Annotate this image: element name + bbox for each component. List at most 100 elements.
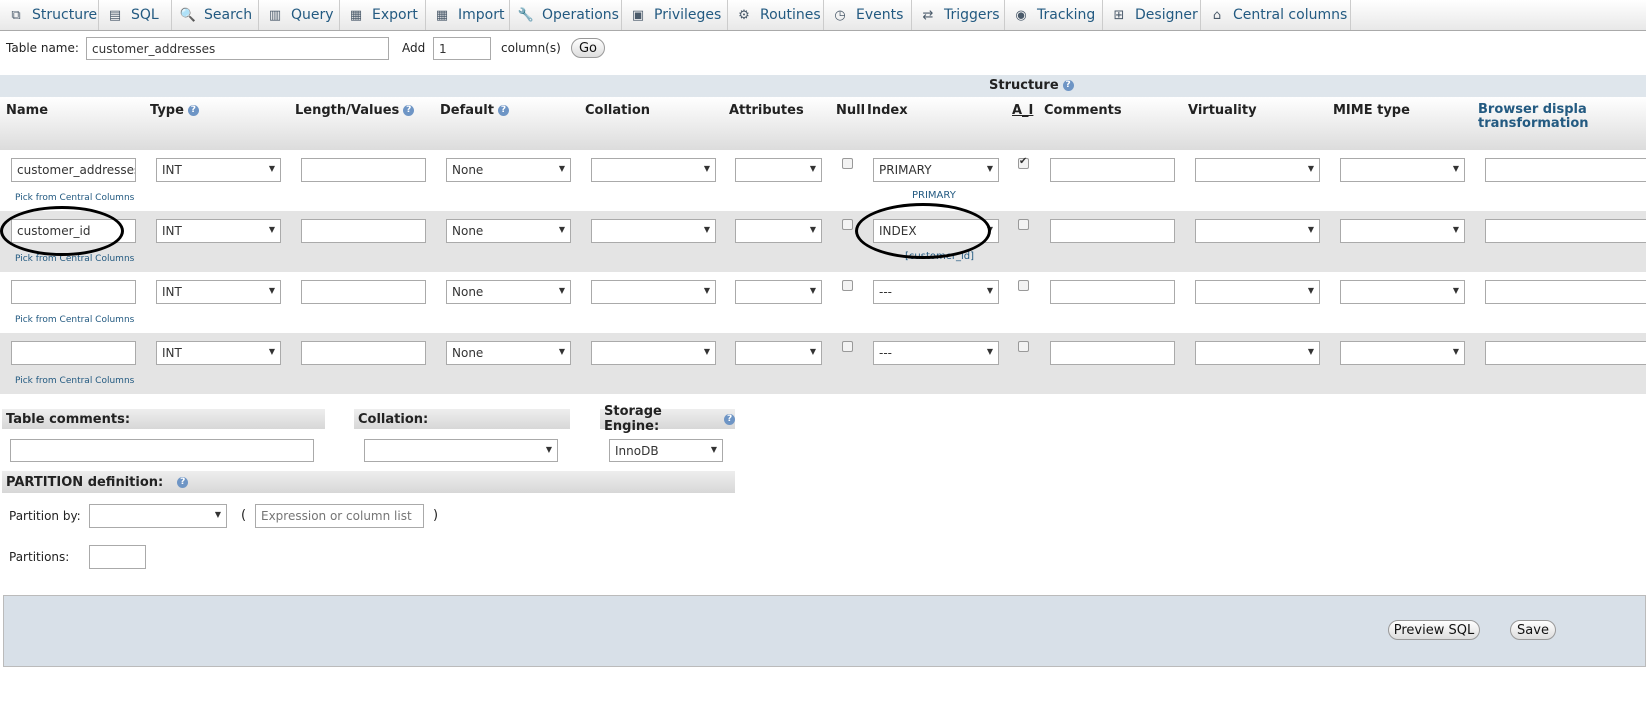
column-index-select[interactable]: --- (873, 280, 999, 304)
tab-privileges[interactable]: ▣ Privileges (622, 0, 728, 30)
header-null: Null (836, 103, 866, 118)
column-default-select[interactable]: None (446, 341, 571, 365)
tab-label: Tracking (1037, 7, 1096, 23)
column-virtuality-select[interactable] (1195, 341, 1320, 365)
header-browser-transformation: Browser displa transformation (1478, 103, 1589, 131)
column-collation-select[interactable] (591, 280, 716, 304)
pick-central-columns-link[interactable]: Pick from Central Columns (15, 376, 134, 386)
header-default: Default? (440, 103, 509, 118)
column-null-checkbox[interactable] (842, 341, 853, 352)
column-collation-select[interactable] (591, 219, 716, 243)
column-ai-checkbox[interactable] (1018, 280, 1029, 291)
help-icon[interactable]: ? (497, 105, 509, 116)
column-mime-select[interactable] (1340, 219, 1465, 243)
tab-label: Export (372, 7, 418, 23)
column-type-select[interactable]: INT (156, 341, 281, 365)
close-paren: ) (433, 508, 439, 523)
column-null-checkbox[interactable] (842, 219, 853, 230)
column-mime-select[interactable] (1340, 280, 1465, 304)
tab-events[interactable]: ◷ Events (824, 0, 912, 30)
partition-by-select[interactable] (89, 504, 227, 528)
table-name-input[interactable]: customer_addresses (86, 37, 389, 60)
column-length-input[interactable] (301, 341, 426, 365)
preview-sql-button[interactable]: Preview SQL (1388, 620, 1480, 640)
tab-operations[interactable]: 🔧 Operations (510, 0, 622, 30)
column-browser-transform-input[interactable] (1485, 219, 1646, 243)
column-comments-input[interactable] (1050, 219, 1175, 243)
partitions-label: Partitions: (9, 550, 70, 564)
tab-designer[interactable]: ⊞ Designer (1103, 0, 1201, 30)
designer-icon: ⊞ (1113, 7, 1125, 23)
column-default-select[interactable]: None (446, 219, 571, 243)
tab-triggers[interactable]: ⇄ Triggers (912, 0, 1005, 30)
column-ai-checkbox[interactable] (1018, 219, 1029, 230)
pick-central-columns-link[interactable]: Pick from Central Columns (15, 193, 134, 203)
column-type-select[interactable]: INT (156, 280, 281, 304)
table-comments-input[interactable] (10, 439, 314, 462)
column-name-input[interactable]: customer_addresses (11, 158, 136, 182)
column-virtuality-select[interactable] (1195, 158, 1320, 182)
column-ai-checkbox[interactable] (1018, 156, 1029, 169)
header-index: Index (867, 103, 908, 118)
partition-expression-input[interactable] (255, 504, 424, 528)
column-null-checkbox[interactable] (842, 158, 853, 169)
header-length: Length/Values? (295, 103, 415, 118)
column-attributes-select[interactable] (735, 219, 822, 243)
column-index-select[interactable]: PRIMARY (873, 158, 999, 182)
tab-query[interactable]: ▥ Query (259, 0, 340, 30)
column-name-input[interactable] (11, 280, 136, 304)
column-type-select[interactable]: INT (156, 158, 281, 182)
column-collation-select[interactable] (591, 158, 716, 182)
column-length-input[interactable] (301, 158, 426, 182)
save-button[interactable]: Save (1510, 620, 1556, 640)
column-length-input[interactable] (301, 280, 426, 304)
tab-import[interactable]: ▦ Import (426, 0, 510, 30)
header-comments: Comments (1044, 103, 1122, 118)
help-icon[interactable]: ? (724, 413, 735, 425)
column-mime-select[interactable] (1340, 341, 1465, 365)
column-type-select[interactable]: INT (156, 219, 281, 243)
tab-routines[interactable]: ⚙ Routines (728, 0, 824, 30)
partitions-input[interactable] (89, 545, 146, 569)
column-ai-checkbox[interactable] (1018, 341, 1029, 352)
table-collation-select[interactable] (364, 439, 558, 462)
tab-export[interactable]: ▦ Export (340, 0, 426, 30)
column-virtuality-select[interactable] (1195, 280, 1320, 304)
tab-sql[interactable]: ▤ SQL (99, 0, 172, 30)
storage-engine-select[interactable]: InnoDB (609, 439, 723, 462)
header-length-text: Length/Values (295, 103, 400, 118)
column-browser-transform-input[interactable] (1485, 280, 1646, 304)
column-length-input[interactable] (301, 219, 426, 243)
column-comments-input[interactable] (1050, 158, 1175, 182)
structure-icon: ⧉ (11, 7, 21, 23)
column-browser-transform-input[interactable] (1485, 158, 1646, 182)
column-default-select[interactable]: None (446, 280, 571, 304)
column-mime-select[interactable] (1340, 158, 1465, 182)
privileges-icon: ▣ (631, 7, 645, 23)
help-icon[interactable]: ? (177, 476, 189, 488)
tab-central-columns[interactable]: ⌂ Central columns (1201, 0, 1351, 30)
column-comments-input[interactable] (1050, 280, 1175, 304)
tab-structure[interactable]: ⧉ Structure (0, 0, 99, 30)
help-icon[interactable]: ? (187, 105, 199, 116)
tab-tracking[interactable]: ◉ Tracking (1005, 0, 1103, 30)
column-comments-input[interactable] (1050, 341, 1175, 365)
pick-central-columns-link[interactable]: Pick from Central Columns (15, 315, 134, 325)
go-button[interactable]: Go (571, 38, 605, 58)
column-browser-transform-input[interactable] (1485, 341, 1646, 365)
help-icon[interactable]: ? (403, 105, 415, 116)
column-name-input[interactable] (11, 341, 136, 365)
pick-central-columns-link[interactable]: Pick from Central Columns (15, 254, 134, 264)
help-icon[interactable]: ? (1062, 80, 1074, 91)
add-columns-input[interactable]: 1 (433, 37, 491, 60)
tab-search[interactable]: 🔍 Search (172, 0, 259, 30)
column-virtuality-select[interactable] (1195, 219, 1320, 243)
column-attributes-select[interactable] (735, 158, 822, 182)
tab-label: Central columns (1233, 7, 1348, 23)
column-index-select[interactable]: --- (873, 341, 999, 365)
column-attributes-select[interactable] (735, 341, 822, 365)
column-collation-select[interactable] (591, 341, 716, 365)
column-attributes-select[interactable] (735, 280, 822, 304)
column-null-checkbox[interactable] (842, 280, 853, 291)
column-default-select[interactable]: None (446, 158, 571, 182)
